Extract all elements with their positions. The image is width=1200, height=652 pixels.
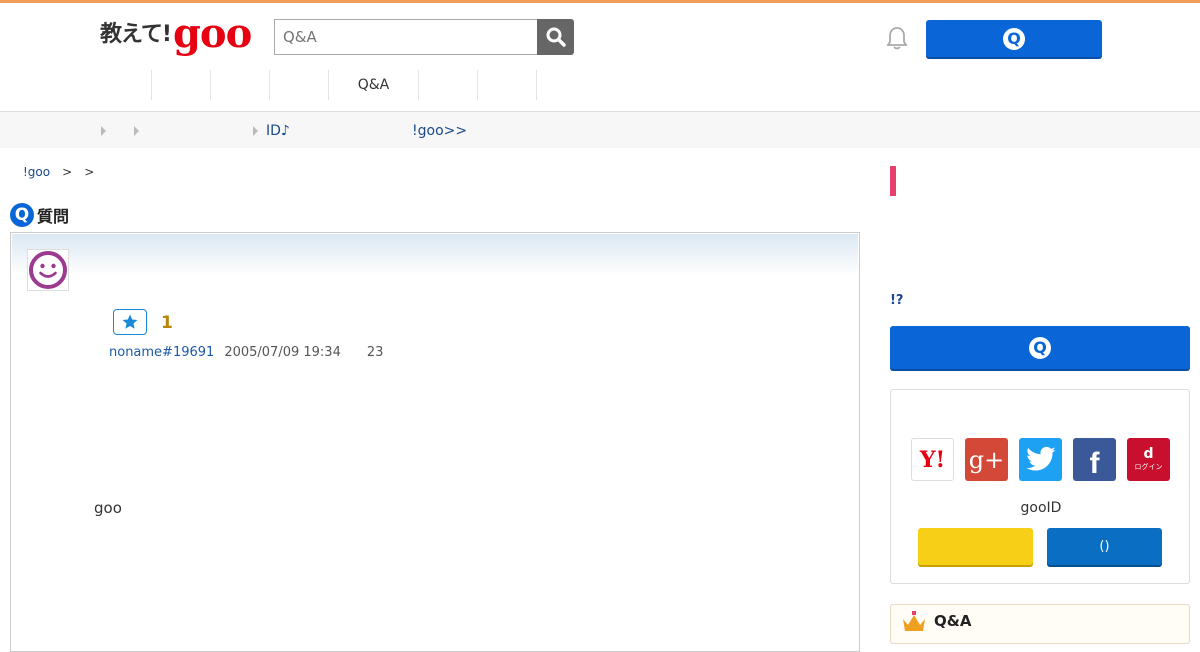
breadcrumb-home-link[interactable]: !goo xyxy=(23,165,50,179)
question-q-icon: Q xyxy=(10,203,34,227)
gnav-item[interactable] xyxy=(210,70,269,100)
question-panel-header xyxy=(12,234,858,276)
sidebar-accent-mark xyxy=(890,166,896,196)
question-heading: Q 質問 xyxy=(10,203,69,227)
triangle-right-icon xyxy=(253,126,258,136)
triangle-right-icon xyxy=(101,126,106,136)
search-input[interactable] xyxy=(274,19,538,55)
breadcrumb-separator: > xyxy=(84,165,95,179)
gnav-divider xyxy=(536,70,537,100)
subnav-item-id[interactable]: ID♪ xyxy=(253,123,290,139)
docomo-login-label: ログイン xyxy=(1134,462,1163,471)
gnav-item-qa[interactable]: Q&A xyxy=(328,70,418,100)
qa-ranking-box: Q&A xyxy=(890,604,1190,644)
twitter-login-icon[interactable] xyxy=(1019,438,1062,481)
login-box: Y! g+ f d ログイン gooID () xyxy=(890,389,1190,584)
top-accent-line xyxy=(0,0,1200,3)
q-badge-icon: Q xyxy=(1029,336,1051,359)
sub-nav: ID♪ !goo>> xyxy=(0,111,1200,148)
subnav-item[interactable] xyxy=(134,123,147,139)
gnav-item[interactable] xyxy=(151,70,210,100)
logo-text-jp: 教えて! xyxy=(100,22,172,47)
smiley-avatar-icon xyxy=(29,251,67,289)
login-button[interactable] xyxy=(918,528,1033,565)
triangle-right-icon xyxy=(134,126,139,136)
subnav-label: !goo>> xyxy=(412,123,468,139)
view-count: 23 xyxy=(366,345,384,360)
sidebar-ask-question-button[interactable]: Q xyxy=(890,326,1190,369)
question-panel: 1 noname#19691 2005/07/09 19:34 23 goo xyxy=(10,232,860,652)
sidebar-question-link[interactable]: !? xyxy=(890,293,903,308)
qa-box-title: Q&A xyxy=(934,612,972,630)
gooid-label: gooID xyxy=(1020,500,1062,516)
logo-text-goo: goo xyxy=(172,10,252,57)
search-icon xyxy=(546,27,566,47)
avatar[interactable] xyxy=(27,249,69,291)
yahoo-login-icon[interactable]: Y! xyxy=(911,438,954,481)
star-icon xyxy=(122,314,138,329)
subnav-item[interactable] xyxy=(101,123,114,139)
question-heading-title: 質問 xyxy=(37,207,70,226)
q-badge-icon: Q xyxy=(1003,27,1025,50)
docomo-login-icon[interactable]: d ログイン xyxy=(1127,438,1170,481)
register-button[interactable]: () xyxy=(1047,528,1162,565)
question-body: goo xyxy=(94,499,122,517)
breadcrumb-separator: > xyxy=(62,165,73,179)
favorite-count: 1 xyxy=(161,313,173,333)
username-link[interactable]: noname#19691 xyxy=(109,345,214,360)
facebook-login-icon[interactable]: f xyxy=(1073,438,1116,481)
site-logo[interactable]: 教えて! goo xyxy=(100,10,252,57)
global-nav: Q&A xyxy=(92,70,537,100)
gnav-item[interactable] xyxy=(269,70,328,100)
search-button[interactable] xyxy=(537,19,574,55)
docomo-d-mark: d xyxy=(1143,445,1154,462)
question-meta: noname#19691 2005/07/09 19:34 23 xyxy=(109,345,383,360)
ask-question-button[interactable]: Q xyxy=(926,20,1102,57)
gnav-item[interactable] xyxy=(92,70,151,100)
post-datetime: 2005/07/09 19:34 xyxy=(224,345,341,360)
gnav-item[interactable] xyxy=(477,70,536,100)
subnav-item-goo-link[interactable]: !goo>> xyxy=(412,123,467,139)
notification-bell-icon[interactable] xyxy=(886,26,908,50)
breadcrumb: !goo > > xyxy=(23,165,94,179)
gnav-item[interactable] xyxy=(418,70,477,100)
google-plus-login-icon[interactable]: g+ xyxy=(965,438,1008,481)
subnav-label: ID♪ xyxy=(266,123,290,139)
favorite-button[interactable] xyxy=(113,309,147,335)
